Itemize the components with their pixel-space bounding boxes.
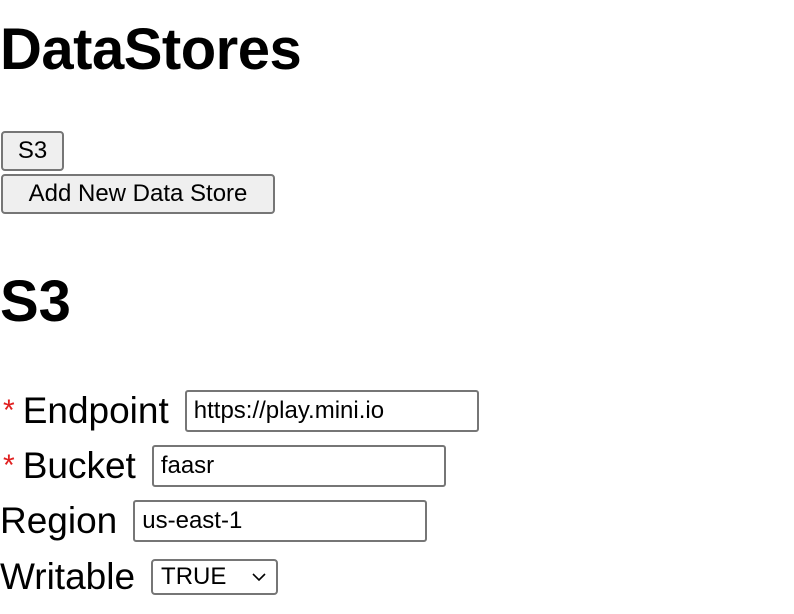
bucket-row: * Bucket — [0, 441, 446, 491]
page-title: DataStores — [0, 17, 302, 82]
region-input[interactable] — [133, 500, 428, 542]
endpoint-label: Endpoint — [22, 390, 169, 431]
required-marker: * — [3, 449, 15, 482]
region-label: Region — [0, 500, 118, 541]
writable-label: Writable — [0, 556, 136, 597]
chevron-down-icon — [252, 573, 266, 582]
bucket-input[interactable] — [151, 445, 446, 487]
endpoint-row: * Endpoint — [0, 386, 479, 436]
datastore-s3-button[interactable]: S3 — [1, 131, 64, 171]
datastores-page: DataStores S3 Add New Data Store S3 * En… — [0, 0, 794, 614]
endpoint-input[interactable] — [184, 390, 479, 432]
bucket-label: Bucket — [22, 445, 136, 486]
writable-row: Writable TRUE — [0, 552, 279, 602]
add-new-data-store-button[interactable]: Add New Data Store — [1, 174, 275, 214]
required-marker: * — [3, 394, 15, 427]
section-title: S3 — [0, 269, 71, 334]
region-row: Region — [0, 496, 428, 546]
writable-selected-value: TRUE — [161, 563, 227, 590]
writable-select[interactable]: TRUE — [151, 559, 279, 595]
